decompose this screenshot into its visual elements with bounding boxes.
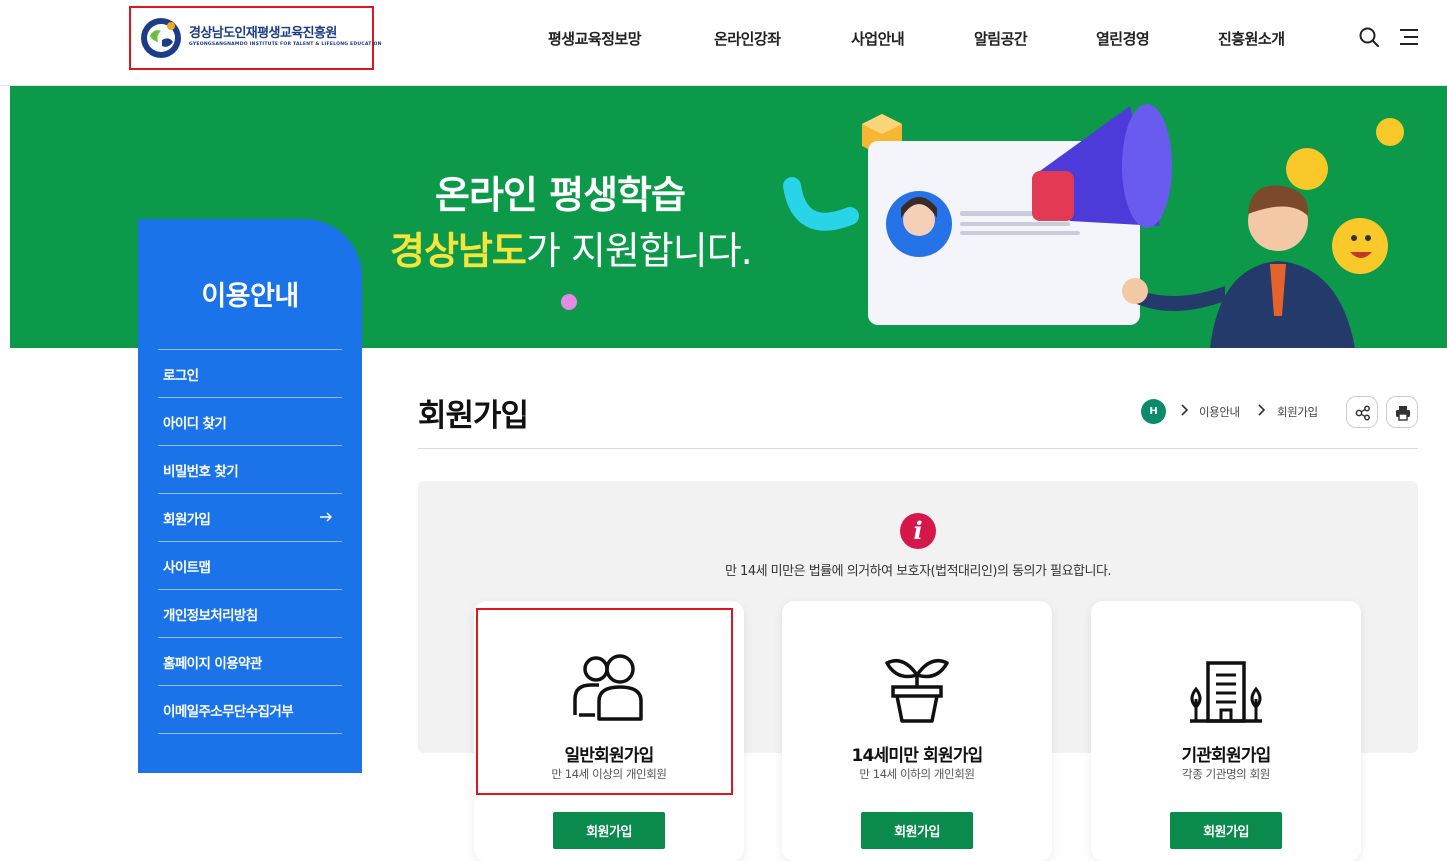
logo-subtitle: GYEONGSANGNAMDO INSTITUTE FOR TALENT & L… (189, 42, 382, 47)
logo-title: 경상남도인재평생교육진흥원 (189, 26, 337, 41)
sidebar-item-label: 비밀번호 찾기 (163, 463, 239, 480)
sidebar-item-privacy-policy[interactable]: 개인정보처리방침 (158, 590, 342, 638)
pink-ball-icon (561, 294, 577, 310)
signup-organization-button[interactable]: 회원가입 (1170, 812, 1282, 849)
sidebar: 이용안내 로그인 아이디 찾기 비밀번호 찾기 회원가입 사이트맵 개인정보처리… (138, 219, 362, 773)
emoji-large-shape (1332, 218, 1388, 274)
notice-text: 만 14세 미만은 법률에 의거하여 보호자(법적대리인)의 동의가 필요합니다… (724, 564, 1112, 579)
emoji-small-shape (1376, 118, 1404, 146)
sidebar-item-label: 아이디 찾기 (163, 415, 227, 432)
signup-card-under14: 14세미만 회원가입 만 14세 이하의 개인회원 회원가입 (782, 601, 1052, 861)
nav-item-about[interactable]: 진흥원소개 (1218, 28, 1285, 49)
breadcrumb-level2[interactable]: 회원가입 (1277, 404, 1318, 420)
sprout-pot-icon (885, 659, 949, 723)
share-button[interactable] (1346, 396, 1378, 428)
site-logo[interactable]: 경상남도인재평생교육진흥원 GYEONGSANGNAMDO INSTITUTE … (129, 6, 381, 70)
signup-under14-button[interactable]: 회원가입 (861, 812, 973, 849)
card-title: 일반회원가입 (564, 746, 654, 766)
card-subtitle: 각종 기관명의 회원 (1182, 767, 1270, 781)
breadcrumb-home-icon[interactable]: H (1141, 399, 1166, 424)
breadcrumb-level1[interactable]: 이용안내 (1199, 404, 1240, 420)
nav-item-open-management[interactable]: 열린경영 (1096, 28, 1150, 49)
banner-subline-rest: 가 지원합니다. (525, 229, 753, 273)
sidebar-item-label: 이메일주소무단수집거부 (163, 703, 294, 720)
info-icon: i (900, 513, 936, 549)
banner-headline: 온라인 평생학습 (435, 173, 686, 217)
chevron-right-icon (1258, 404, 1266, 416)
card-subtitle: 만 14세 이상의 개인회원 (551, 767, 667, 781)
sidebar-item-label: 사이트맵 (163, 559, 211, 576)
signup-card-general: 일반회원가입 만 14세 이상의 개인회원 회원가입 (474, 601, 744, 861)
hamburger-menu-icon[interactable] (1398, 26, 1420, 48)
nav-item-notice[interactable]: 알림공간 (974, 28, 1028, 49)
sidebar-title: 이용안내 (201, 281, 299, 312)
sidebar-item-label: 홈페이지 이용약관 (163, 655, 262, 672)
building-trees-icon (1190, 661, 1262, 723)
sidebar-item-sitemap[interactable]: 사이트맵 (158, 542, 342, 590)
sidebar-menu: 로그인 아이디 찾기 비밀번호 찾기 회원가입 사이트맵 개인정보처리방침 홈페… (158, 349, 342, 734)
signup-card-organization: 기관회원가입 각종 기관명의 회원 회원가입 (1091, 601, 1361, 861)
sidebar-item-label: 회원가입 (163, 511, 211, 528)
nav-item-business[interactable]: 사업안내 (851, 28, 905, 49)
signup-general-button[interactable]: 회원가입 (553, 812, 665, 849)
sidebar-item-login[interactable]: 로그인 (158, 350, 342, 398)
chevron-right-icon (1181, 404, 1189, 416)
sidebar-item-find-id[interactable]: 아이디 찾기 (158, 398, 342, 446)
logo-mark-icon (141, 18, 181, 58)
sidebar-item-email-refusal[interactable]: 이메일주소무단수집거부 (158, 686, 342, 734)
sidebar-item-signup[interactable]: 회원가입 (158, 494, 342, 542)
sidebar-item-terms[interactable]: 홈페이지 이용약관 (158, 638, 342, 686)
banner-illustration (783, 104, 1404, 348)
arrow-right-icon (320, 512, 333, 522)
site-header: 경상남도인재평생교육진흥원 GYEONGSANGNAMDO INSTITUTE … (0, 0, 1447, 86)
sidebar-item-label: 개인정보처리방침 (163, 607, 258, 624)
sidebar-item-find-password[interactable]: 비밀번호 찾기 (158, 446, 342, 494)
print-icon (1396, 406, 1410, 421)
banner-highlight: 경상남도 (390, 229, 527, 273)
share-icon (1355, 405, 1370, 421)
sidebar-item-label: 로그인 (163, 367, 199, 384)
card-title: 기관회원가입 (1181, 746, 1271, 766)
people-icon (573, 654, 643, 721)
nav-item-online-course[interactable]: 온라인강좌 (714, 28, 781, 49)
nav-item-lifelong-info[interactable]: 평생교육정보망 (548, 28, 642, 49)
search-icon[interactable] (1358, 26, 1380, 48)
card-title: 14세미만 회원가입 (851, 746, 983, 766)
cyan-tube-shape (783, 177, 859, 231)
emoji-medium-shape (1286, 148, 1328, 190)
title-divider (418, 448, 1418, 449)
banner-subline: 경상남도가 지원합니다. (390, 220, 753, 275)
card-subtitle: 만 14세 이하의 개인회원 (859, 767, 975, 781)
print-button[interactable] (1386, 396, 1418, 428)
page-title: 회원가입 (418, 398, 529, 434)
